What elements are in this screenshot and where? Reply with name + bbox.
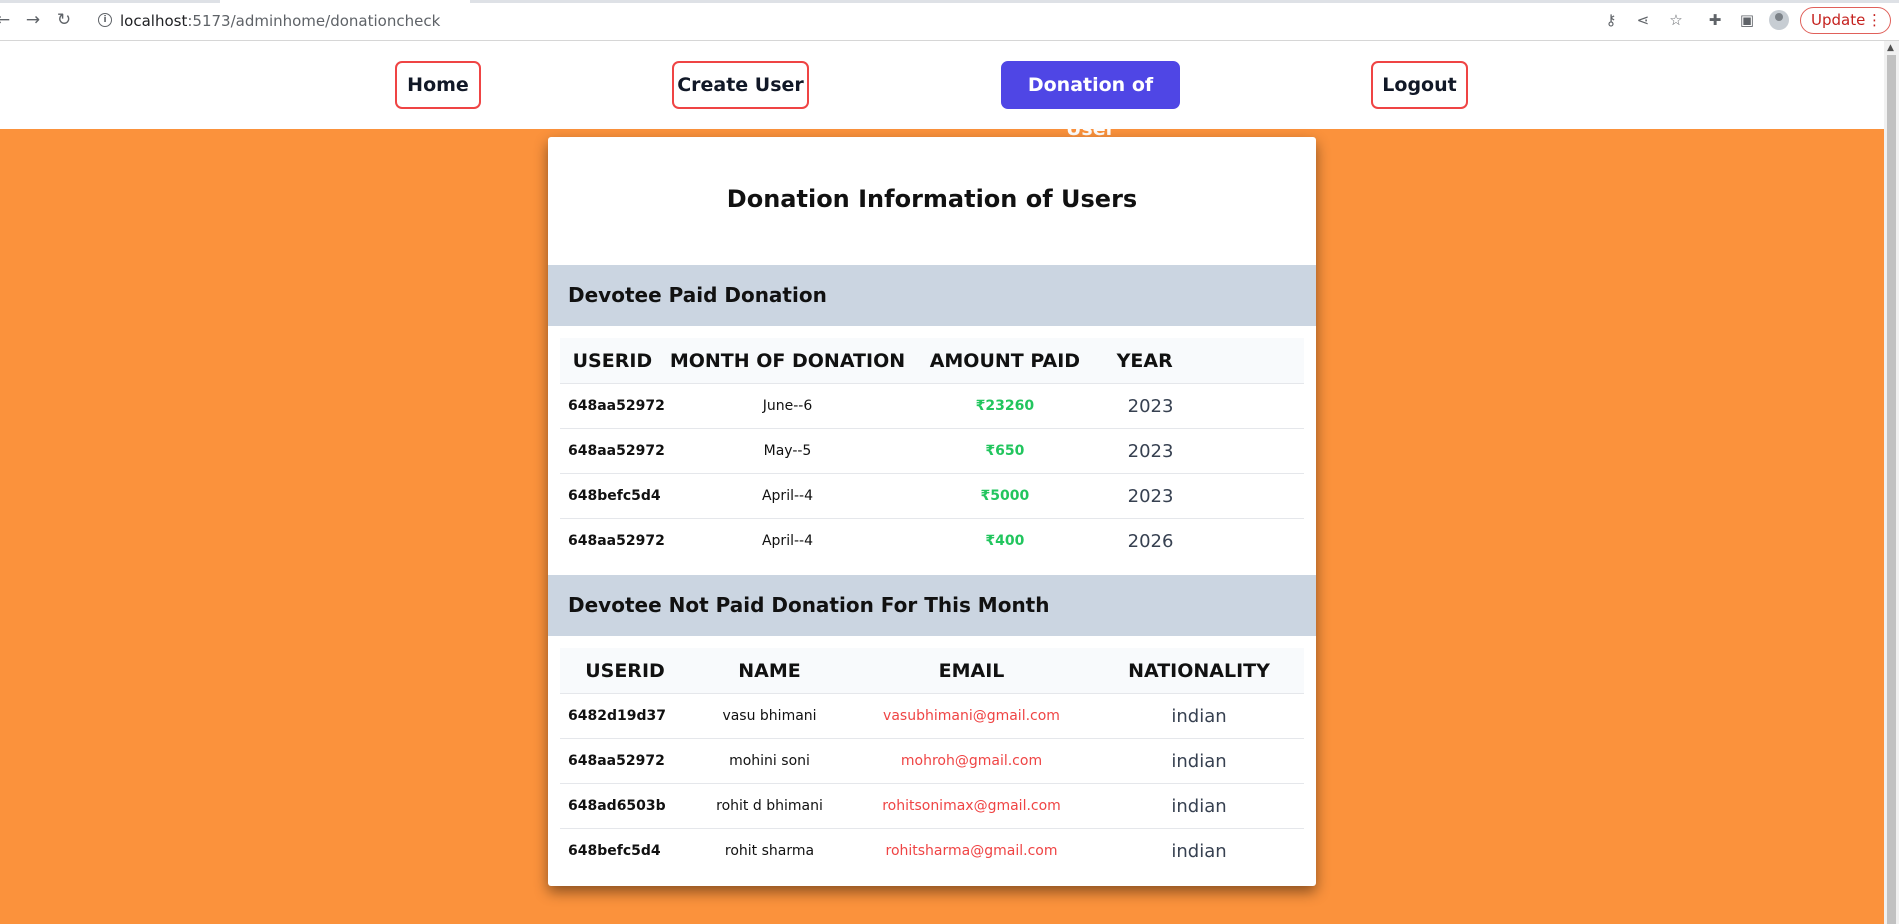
side-panel-icon[interactable]: ▣ xyxy=(1738,11,1756,29)
cell-userid: 648aa52972 xyxy=(560,738,690,784)
cell-userid: 648befc5d4 xyxy=(560,828,690,873)
table-header-row: USERID MONTH OF DONATION AMOUNT PAID YEA… xyxy=(560,338,1304,384)
table-row: 648aa52972 mohini soni mohroh@gmail.com … xyxy=(560,738,1304,784)
cell-email: mohroh@gmail.com xyxy=(849,738,1094,784)
cell-userid: 6482d19d37 xyxy=(560,693,690,739)
column-header-nationality: NATIONALITY xyxy=(1094,648,1304,694)
page-scrollbar[interactable]: ▲ xyxy=(1884,41,1899,924)
table-row: 648ad6503b rohit d bhimani rohitsonimax@… xyxy=(560,783,1304,829)
profile-avatar-icon[interactable] xyxy=(1769,10,1789,30)
cell-nationality: indian xyxy=(1094,693,1304,739)
top-navigation: Home Create User Donation of User Logout xyxy=(0,41,1884,140)
donation-card: Donation Information of Users Devotee Pa… xyxy=(548,137,1316,886)
scroll-up-icon[interactable]: ▲ xyxy=(1887,43,1894,53)
column-header-userid: USERID xyxy=(560,338,665,384)
star-icon[interactable]: ☆ xyxy=(1667,11,1685,29)
create-user-button[interactable]: Create User xyxy=(672,61,809,109)
forward-arrow-icon[interactable]: → xyxy=(24,11,42,29)
logout-button[interactable]: Logout xyxy=(1371,61,1468,109)
cell-month: June--6 xyxy=(664,383,911,429)
reload-icon[interactable]: ↻ xyxy=(55,11,73,29)
table-row: 648aa52972 May--5 ₹650 2023 xyxy=(560,428,1304,474)
column-header-month: MONTH OF DONATION xyxy=(664,338,911,384)
cell-nationality: indian xyxy=(1094,828,1304,873)
table-row: 648aa52972 April--4 ₹400 2026 xyxy=(560,518,1304,563)
table-header-row: USERID NAME EMAIL NATIONALITY xyxy=(560,648,1304,694)
scrollbar-thumb[interactable] xyxy=(1887,55,1896,924)
update-label: Update xyxy=(1811,11,1866,29)
home-button[interactable]: Home xyxy=(395,61,481,109)
share-icon[interactable]: ⋖ xyxy=(1634,11,1652,29)
table-row: 648befc5d4 rohit sharma rohitsharma@gmai… xyxy=(560,828,1304,873)
menu-dots-icon: ⋮ xyxy=(1867,11,1882,29)
back-arrow-icon[interactable]: ← xyxy=(0,11,12,29)
column-header-email: EMAIL xyxy=(849,648,1094,694)
cell-month: May--5 xyxy=(664,428,911,474)
cell-name: vasu bhimani xyxy=(690,693,849,739)
column-header-name: NAME xyxy=(690,648,849,694)
active-tab[interactable] xyxy=(220,0,470,3)
table-row: 648befc5d4 April--4 ₹5000 2023 xyxy=(560,473,1304,519)
cell-userid: 648befc5d4 xyxy=(560,473,665,519)
not-paid-table: USERID NAME EMAIL NATIONALITY 6482d19d37… xyxy=(560,648,1304,873)
cell-userid: 648ad6503b xyxy=(560,783,690,829)
tab-strip xyxy=(0,0,1899,3)
cell-userid: 648aa52972 xyxy=(560,518,665,563)
key-icon[interactable]: ⚷ xyxy=(1602,11,1620,29)
cell-year: 2026 xyxy=(1099,518,1304,563)
cell-userid: 648aa52972 xyxy=(560,383,665,429)
cell-email: vasubhimani@gmail.com xyxy=(849,693,1094,739)
extensions-icon[interactable]: ✚ xyxy=(1706,11,1724,29)
site-info-icon[interactable]: i xyxy=(98,13,112,27)
cell-name: rohit sharma xyxy=(690,828,849,873)
cell-year: 2023 xyxy=(1099,383,1304,429)
cell-month: April--4 xyxy=(664,518,911,563)
url-host: localhost xyxy=(120,12,188,30)
address-bar[interactable]: localhost:5173/adminhome/donationcheck xyxy=(120,12,440,30)
cell-year: 2023 xyxy=(1099,473,1304,519)
cell-name: mohini soni xyxy=(690,738,849,784)
table-row: 648aa52972 June--6 ₹23260 2023 xyxy=(560,383,1304,429)
cell-year: 2023 xyxy=(1099,428,1304,474)
update-button[interactable]: Update ⋮ xyxy=(1800,7,1891,34)
cell-nationality: indian xyxy=(1094,783,1304,829)
column-header-amount: AMOUNT PAID xyxy=(910,338,1100,384)
cell-amount: ₹650 xyxy=(910,428,1100,474)
cell-name: rohit d bhimani xyxy=(690,783,849,829)
browser-toolbar: ← → ↻ i localhost:5173/adminhome/donatio… xyxy=(0,0,1899,41)
column-header-year: YEAR xyxy=(1099,338,1304,384)
cell-amount: ₹23260 xyxy=(910,383,1100,429)
paid-donation-table: USERID MONTH OF DONATION AMOUNT PAID YEA… xyxy=(560,338,1304,563)
cell-amount: ₹5000 xyxy=(910,473,1100,519)
table-row: 6482d19d37 vasu bhimani vasubhimani@gmai… xyxy=(560,693,1304,739)
cell-email: rohitsharma@gmail.com xyxy=(849,828,1094,873)
page-title: Donation Information of Users xyxy=(726,185,1138,213)
cell-nationality: indian xyxy=(1094,738,1304,784)
not-paid-section-heading: Devotee Not Paid Donation For This Month xyxy=(548,575,1316,636)
column-header-userid: USERID xyxy=(560,648,690,694)
cell-email: rohitsonimax@gmail.com xyxy=(849,783,1094,829)
cell-month: April--4 xyxy=(664,473,911,519)
paid-section-heading: Devotee Paid Donation xyxy=(548,265,1316,326)
cell-amount: ₹400 xyxy=(910,518,1100,563)
url-path: :5173/adminhome/donationcheck xyxy=(187,12,441,30)
donation-of-user-button[interactable]: Donation of User xyxy=(1001,61,1180,140)
cell-userid: 648aa52972 xyxy=(560,428,665,474)
